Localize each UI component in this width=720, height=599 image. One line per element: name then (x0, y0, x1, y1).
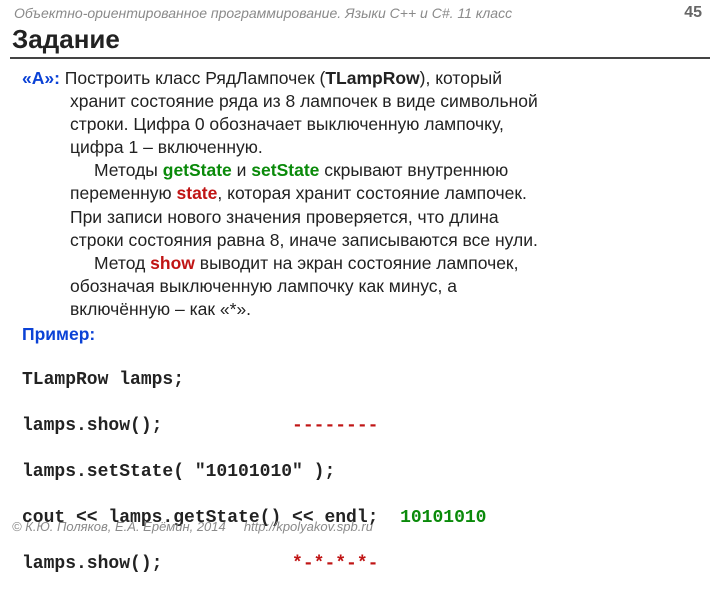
code-line: lamps.show(); -------- (22, 415, 720, 438)
code-text: lamps.show(); (22, 416, 292, 436)
text: обозначая выключенную лампочку как минус… (22, 275, 696, 298)
code-line: lamps.setState( "10101010" ); (22, 461, 720, 484)
code-line: TLampRow lamps; (22, 369, 720, 392)
text: ), который (420, 68, 502, 88)
output-text: *-*-*-*- (292, 554, 378, 574)
method-setstate: setState (251, 160, 319, 180)
text: строки. Цифра 0 обозначает выключенную л… (22, 113, 696, 136)
content-area: «A»: Построить класс РядЛампочек (TLampR… (0, 65, 720, 346)
code-text: lamps.show(); (22, 554, 292, 574)
text: выводит на экран состояние лампочек, (195, 253, 519, 273)
task-label: «A»: (22, 68, 60, 88)
text: и (232, 160, 252, 180)
text: При записи нового значения проверяется, … (22, 206, 696, 229)
page-number: 45 (684, 4, 702, 22)
text: Метод (94, 253, 150, 273)
title-bar: Задание (10, 24, 710, 59)
text: Методы (94, 160, 163, 180)
text-line: Метод show выводит на экран состояние ла… (22, 252, 696, 275)
footer-link[interactable]: http://kpolyakov.spb.ru (244, 519, 373, 534)
text-line: переменную state, которая хранит состоян… (22, 182, 696, 205)
code-line: lamps.show(); *-*-*-*- (22, 553, 720, 576)
class-name: TLampRow (325, 68, 419, 88)
text: переменную (70, 183, 177, 203)
text: Построить класс РядЛампочек ( (60, 68, 325, 88)
text: хранит состояние ряда из 8 лампочек в ви… (22, 90, 696, 113)
text: , которая хранит состояние лампочек. (217, 183, 526, 203)
text: строки состояния равна 8, иначе записыва… (22, 229, 696, 252)
text: скрывают внутреннюю (319, 160, 508, 180)
text: включённую – как «*». (22, 298, 696, 321)
course-title: Объектно-ориентированное программировани… (14, 5, 512, 21)
slide-footer: © К.Ю. Поляков, Е.А. Ерёмин, 2014 http:/… (12, 519, 373, 534)
example-label: Пример: (22, 323, 696, 346)
method-show: show (150, 253, 195, 273)
output-text: -------- (292, 416, 378, 436)
page-title: Задание (12, 24, 710, 55)
copyright: © К.Ю. Поляков, Е.А. Ерёмин, 2014 (12, 519, 226, 534)
task-paragraph: «A»: Построить класс РядЛампочек (TLampR… (22, 67, 696, 90)
slide-header: Объектно-ориентированное программировани… (0, 0, 720, 24)
method-getstate: getState (163, 160, 232, 180)
output-text: 10101010 (400, 508, 486, 528)
text-line: Методы getState и setState скрывают внут… (22, 159, 696, 182)
var-state: state (177, 183, 218, 203)
text: цифра 1 – включенную. (22, 136, 696, 159)
code-block: TLampRow lamps; lamps.show(); -------- l… (0, 346, 720, 599)
